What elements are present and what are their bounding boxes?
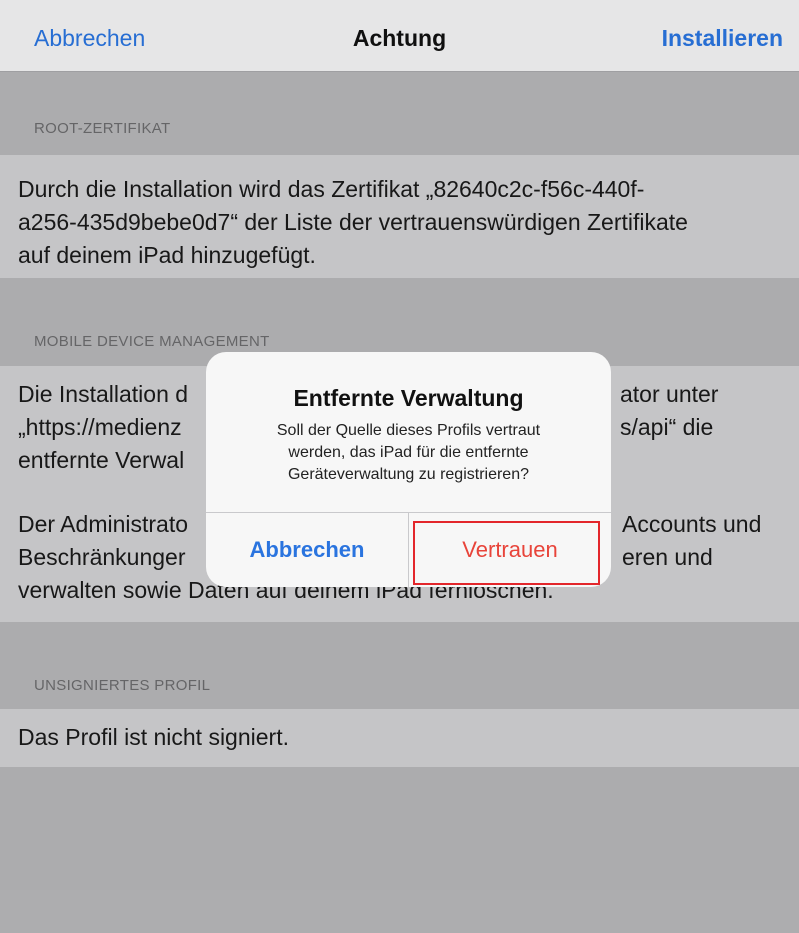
mdm-text-line: Der Administrato <box>18 511 189 537</box>
unsigned-profile-text: Das Profil ist nicht signiert. <box>18 724 289 750</box>
mdm-text-line: eren und <box>622 544 713 570</box>
alert-message: Soll der Quelle dieses Profils vertraut … <box>226 420 591 486</box>
root-cert-text-line: Durch die Installation wird das Zertifik… <box>18 176 645 202</box>
section-header-mdm: MOBILE DEVICE MANAGEMENT <box>34 333 270 350</box>
root-cert-text-line: auf deinem iPad hinzugefügt. <box>18 242 316 268</box>
mdm-text-line: s/api“ die <box>620 414 714 440</box>
navigation-bar: Achtung Abbrechen Installieren <box>0 0 799 72</box>
mdm-text-line: ator unter <box>620 381 719 407</box>
alert-title: Entfernte Verwaltung <box>293 385 524 411</box>
mdm-text-line: Beschränkunger <box>18 544 186 570</box>
alert-message-line: werden, das iPad für die entfernte <box>288 444 529 461</box>
mdm-text-line: entfernte Verwal <box>18 447 185 473</box>
section-body-unsigned-profile: Das Profil ist nicht signiert. <box>0 709 799 767</box>
nav-install-button[interactable]: Installieren <box>662 24 783 52</box>
nav-cancel-button[interactable]: Abbrechen <box>34 24 145 52</box>
trust-button-highlight <box>413 521 600 585</box>
mdm-text-line: „https://medienz <box>18 414 182 440</box>
alert-cancel-button[interactable]: Abbrechen <box>206 513 408 587</box>
alert-message-line: Geräteverwaltung zu registrieren? <box>287 466 529 483</box>
mdm-text-line: Accounts und <box>622 511 762 537</box>
section-header-unsigned-profile: UNSIGNIERTES PROFIL <box>34 677 211 694</box>
root-cert-text-line: a256-435d9bebe0d7“ der Liste der vertrau… <box>18 209 688 235</box>
mdm-text-line: Die Installation d <box>18 381 189 407</box>
alert-message-line: Soll der Quelle dieses Profils vertraut <box>276 422 541 439</box>
section-header-root-certificate: ROOT-ZERTIFIKAT <box>34 120 171 137</box>
section-body-root-certificate: Durch die Installation wird das Zertifik… <box>0 155 799 278</box>
